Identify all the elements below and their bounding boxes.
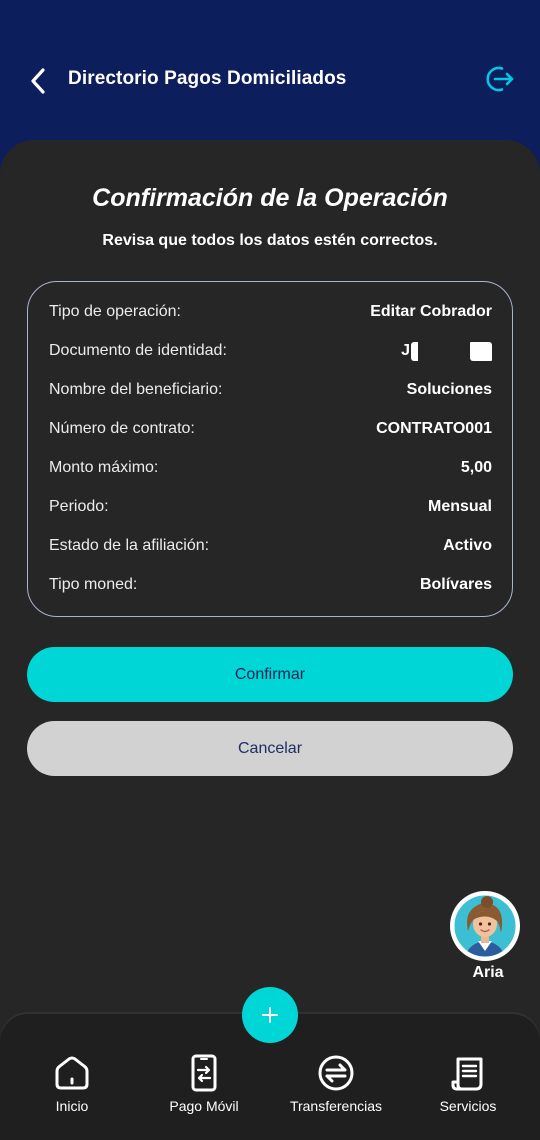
detail-label: Periodo: bbox=[49, 498, 109, 515]
detail-value: Soluciones bbox=[406, 381, 492, 398]
nav-item-inicio[interactable]: Inicio bbox=[12, 1054, 132, 1114]
nav-item-transferencias[interactable]: Transferencias bbox=[276, 1054, 396, 1114]
detail-label: Estado de la afiliación: bbox=[49, 537, 210, 554]
detail-row-operation-type: Tipo de operación: Editar Cobrador bbox=[49, 300, 492, 324]
detail-label: Número de contrato: bbox=[49, 420, 195, 437]
document-type: J bbox=[401, 342, 410, 359]
add-fab-button[interactable] bbox=[242, 987, 298, 1043]
document-mark bbox=[411, 341, 418, 361]
detail-value: 5,00 bbox=[460, 459, 492, 476]
logout-button[interactable] bbox=[482, 62, 516, 96]
detail-value-document: J bbox=[401, 341, 492, 361]
nav-label: Servicios bbox=[439, 1098, 497, 1114]
detail-value: Activo bbox=[443, 537, 492, 554]
receipt-icon bbox=[451, 1057, 483, 1091]
document-number-mask bbox=[470, 341, 492, 361]
detail-row-period: Periodo: Mensual bbox=[49, 495, 492, 519]
logout-icon bbox=[486, 66, 514, 92]
back-button[interactable] bbox=[24, 64, 52, 98]
avatar-icon bbox=[451, 892, 519, 960]
nav-item-servicios[interactable]: Servicios bbox=[408, 1054, 528, 1114]
nav-label: Pago Móvil bbox=[169, 1098, 239, 1114]
detail-value: Bolívares bbox=[419, 576, 492, 593]
detail-value: Mensual bbox=[427, 498, 492, 515]
confirm-button[interactable]: Confirmar bbox=[27, 647, 513, 702]
confirmation-subtitle: Revisa que todos los datos estén correct… bbox=[102, 232, 438, 249]
assistant-name: Aria bbox=[472, 964, 504, 981]
detail-label: Tipo moned: bbox=[49, 576, 138, 593]
detail-label: Nombre del beneficiario: bbox=[49, 381, 223, 398]
detail-label: Tipo de operación: bbox=[49, 303, 181, 320]
nav-label: Transferencias bbox=[289, 1098, 383, 1114]
detail-value: Editar Cobrador bbox=[370, 303, 492, 320]
detail-row-document: Documento de identidad: J bbox=[49, 339, 492, 363]
chevron-left-icon bbox=[31, 68, 45, 94]
plus-icon bbox=[262, 1007, 278, 1023]
detail-value: CONTRATO001 bbox=[376, 420, 492, 437]
home-icon bbox=[55, 1056, 89, 1090]
detail-row-currency: Tipo moned: Bolívares bbox=[49, 573, 492, 597]
phone-transfer-icon bbox=[191, 1054, 217, 1092]
cancel-button[interactable]: Cancelar bbox=[27, 721, 513, 776]
assistant-avatar-button[interactable] bbox=[450, 891, 520, 961]
detail-row-max-amount: Monto máximo: 5,00 bbox=[49, 456, 492, 480]
detail-label: Documento de identidad: bbox=[49, 342, 227, 359]
nav-item-pago-movil[interactable]: Pago Móvil bbox=[144, 1054, 264, 1114]
detail-row-beneficiary: Nombre del beneficiario: Soluciones bbox=[49, 378, 492, 402]
detail-row-status: Estado de la afiliación: Activo bbox=[49, 534, 492, 558]
nav-label: Inicio bbox=[55, 1098, 89, 1114]
page-title: Directorio Pagos Domiciliados bbox=[68, 68, 347, 89]
confirmation-title: Confirmación de la Operación bbox=[92, 184, 448, 212]
exchange-icon bbox=[318, 1055, 354, 1091]
details-card: Tipo de operación: Editar Cobrador Docum… bbox=[27, 281, 513, 617]
detail-label: Monto máximo: bbox=[49, 459, 159, 476]
detail-row-contract: Número de contrato: CONTRATO001 bbox=[49, 417, 492, 441]
